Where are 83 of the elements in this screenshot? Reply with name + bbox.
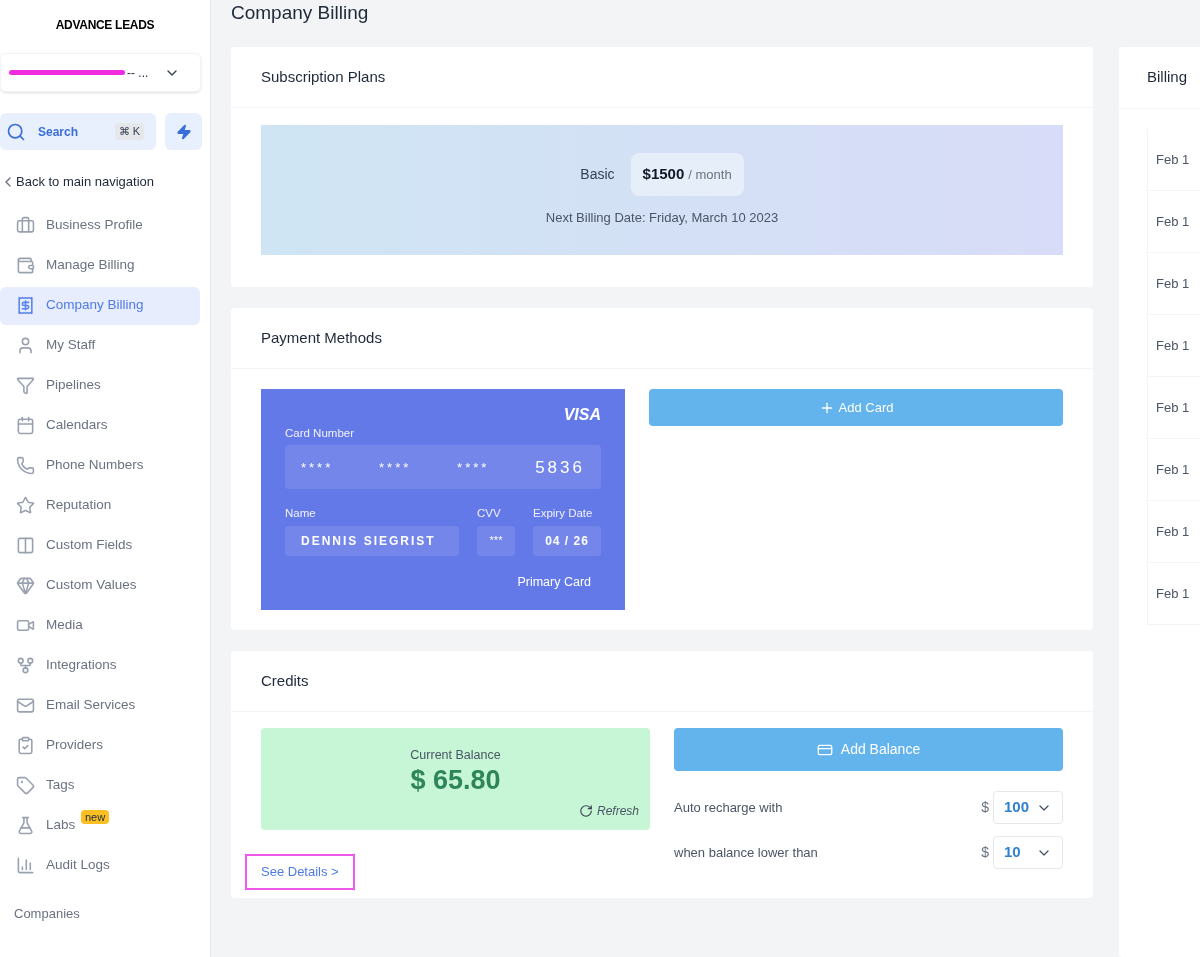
search-icon bbox=[6, 121, 26, 142]
new-badge: new bbox=[81, 809, 110, 824]
quick-action-button[interactable] bbox=[165, 113, 202, 150]
refresh-icon bbox=[578, 804, 593, 818]
billing-date: Feb 1 bbox=[1156, 274, 1190, 293]
amount-dropdown[interactable]: 10 bbox=[993, 836, 1063, 869]
sidebar-item[interactable]: Email Services bbox=[0, 686, 200, 725]
field-label: Name bbox=[285, 506, 317, 522]
setting-label: Auto recharge with bbox=[674, 798, 784, 817]
primary-card-label: Primary Card bbox=[517, 573, 591, 591]
logo: ADVANCE LEADS bbox=[55, 17, 155, 34]
sidebar-item[interactable]: Reputation bbox=[0, 486, 200, 525]
billing-date: Feb 1 bbox=[1156, 460, 1190, 479]
billing-date: Feb 1 bbox=[1156, 398, 1190, 417]
sidebar-item[interactable]: Audit Logs bbox=[0, 846, 200, 885]
billing-date: Feb 1 bbox=[1156, 336, 1190, 355]
billing-date: Feb 1 bbox=[1156, 522, 1190, 541]
plan-name: Basic bbox=[580, 164, 615, 184]
card-title: Subscription Plans bbox=[261, 66, 386, 87]
search-button[interactable]: Search ⌘ K bbox=[0, 113, 156, 150]
receipt-icon bbox=[16, 296, 35, 315]
see-details-link[interactable]: See Details > bbox=[245, 854, 355, 890]
sidebar-item[interactable]: Company Billing bbox=[0, 286, 200, 325]
account-dropdown[interactable]: -- ... bbox=[0, 53, 201, 92]
phone-icon bbox=[16, 456, 35, 475]
sidebar-item[interactable]: Pipelines bbox=[0, 366, 200, 405]
sidebar-item[interactable]: Phone Numbers bbox=[0, 446, 200, 485]
card-number-group: **** bbox=[457, 457, 490, 477]
cvv-field: *** bbox=[477, 525, 515, 556]
tag-icon bbox=[16, 776, 35, 795]
briefcase-icon bbox=[16, 216, 35, 235]
card-title: Credits bbox=[261, 670, 309, 691]
sidebar-item[interactable]: My Staff bbox=[0, 326, 200, 365]
page-title: Company Billing bbox=[231, 1, 369, 26]
card-brand: VISA bbox=[563, 405, 601, 425]
billing-date: Feb 1 bbox=[1156, 584, 1190, 603]
currency-symbol: $ bbox=[981, 798, 989, 817]
branch-icon bbox=[16, 656, 35, 675]
balance-amount: $ 65.80 bbox=[410, 764, 501, 795]
sidebar-item[interactable]: Custom Values bbox=[0, 566, 200, 605]
sidebar-item[interactable]: Tags bbox=[0, 766, 200, 805]
sidebar-item[interactable]: Manage Billing bbox=[0, 246, 200, 285]
clipboard-icon bbox=[16, 736, 35, 755]
card-title: Billing bbox=[1147, 67, 1188, 88]
sidebar-item[interactable]: Calendars bbox=[0, 406, 200, 445]
wallet-icon bbox=[16, 256, 35, 275]
section-label: Companies bbox=[14, 904, 81, 923]
cardholder-name-field: DENNIS SIEGRIST bbox=[285, 525, 459, 556]
sidebar-item[interactable]: Custom Fields bbox=[0, 526, 200, 565]
calendar-icon bbox=[16, 416, 35, 435]
star-icon bbox=[16, 496, 35, 515]
price-period: / month bbox=[688, 166, 732, 184]
field-label: Card Number bbox=[285, 426, 356, 441]
card-title: Payment Methods bbox=[261, 327, 382, 348]
amount-dropdown[interactable]: 100 bbox=[993, 791, 1063, 824]
price: $1500 bbox=[642, 164, 685, 184]
mail-icon bbox=[16, 696, 35, 715]
billing-date: Feb 1 bbox=[1156, 212, 1190, 231]
card-number-group: 5836 bbox=[535, 454, 585, 480]
back-link[interactable]: Back to main navigation bbox=[0, 172, 155, 192]
flask-icon bbox=[16, 816, 35, 835]
bar-chart-icon bbox=[16, 856, 35, 875]
gem-icon bbox=[16, 576, 35, 595]
person-icon bbox=[16, 336, 35, 355]
balance-label: Current Balance bbox=[410, 747, 501, 764]
funnel-icon bbox=[16, 376, 35, 395]
next-billing-date: Next Billing Date: Friday, March 10 2023 bbox=[545, 208, 779, 227]
shortcut-key: ⌘ K bbox=[114, 123, 144, 140]
currency-symbol: $ bbox=[981, 843, 989, 862]
sidebar-item[interactable]: Media bbox=[0, 606, 200, 645]
sidebar-item[interactable]: Providers bbox=[0, 726, 200, 765]
refresh-button[interactable]: Refresh bbox=[578, 802, 639, 820]
field-label: CVV bbox=[477, 506, 502, 522]
billing-date: Feb 1 bbox=[1156, 150, 1190, 169]
expiry-field: 04 / 26 bbox=[533, 525, 601, 556]
sidebar-item[interactable]: Integrations bbox=[0, 646, 200, 685]
lightning-icon bbox=[175, 123, 192, 140]
field-label: Expiry Date bbox=[533, 506, 594, 522]
setting-label: when balance lower than bbox=[674, 843, 819, 862]
sidebar-item[interactable]: Business Profile bbox=[0, 206, 200, 245]
columns-icon bbox=[16, 536, 35, 555]
card-number-group: **** bbox=[301, 457, 334, 477]
card-number-group: **** bbox=[379, 457, 412, 477]
